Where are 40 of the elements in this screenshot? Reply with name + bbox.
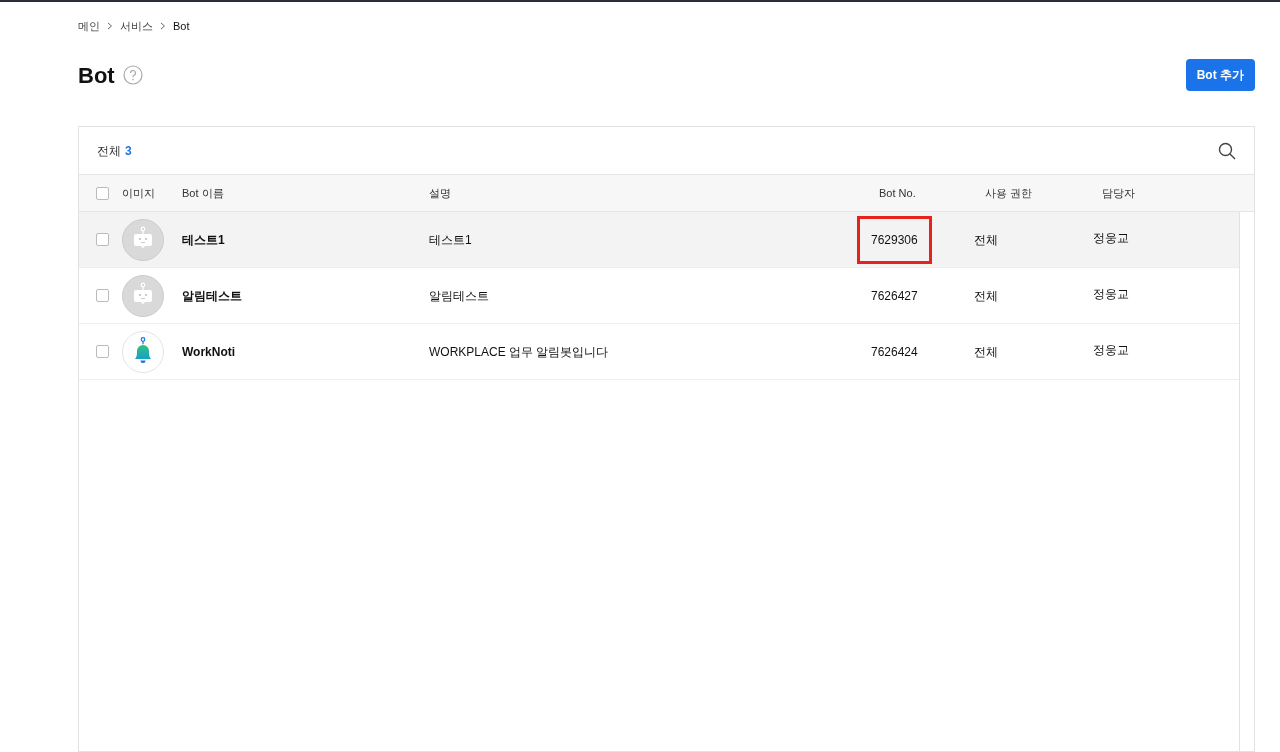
table-cell-text: 7626427 xyxy=(870,287,919,305)
table-row[interactable]: 테스트1 테스트1 7629306 전체 정웅교 xyxy=(79,212,1239,268)
breadcrumb-item: Bot xyxy=(173,18,190,34)
table-cell: 정웅교 xyxy=(1093,287,1129,301)
column-header[interactable]: 사용 권한 xyxy=(985,186,1033,199)
checkbox[interactable] xyxy=(96,186,109,200)
robot-avatar-icon xyxy=(122,218,164,261)
column-header[interactable]: 담당자 xyxy=(1102,186,1135,199)
checkbox[interactable] xyxy=(96,289,109,302)
breadcrumb-item[interactable]: 메인 xyxy=(78,17,100,35)
checkbox[interactable] xyxy=(96,345,109,358)
column-header[interactable]: 설명 xyxy=(429,186,451,199)
table-cell: 전체 xyxy=(974,232,998,247)
bell-avatar-icon xyxy=(122,330,164,373)
table-cell: 정웅교 xyxy=(1093,343,1129,357)
table-cell: 7629306 xyxy=(857,215,932,264)
checkbox[interactable] xyxy=(96,233,109,246)
total-label: 전체 xyxy=(97,142,121,160)
table-cell-text: 7626424 xyxy=(870,343,919,361)
help-icon[interactable] xyxy=(122,65,143,85)
table-cell: 테스트1 xyxy=(429,232,472,247)
table-cell: WorkNoti xyxy=(182,344,236,359)
breadcrumb-item[interactable]: 서비스 xyxy=(120,17,153,35)
column-header[interactable]: Bot 이름 xyxy=(182,186,224,199)
chevron-right-icon xyxy=(107,22,113,30)
column-header[interactable]: 이미지 xyxy=(122,186,155,199)
table-cell: 전체 xyxy=(974,344,998,359)
table-cell: 알림테스트 xyxy=(182,288,242,303)
total-count: 3 xyxy=(125,142,132,160)
table-cell: 정웅교 xyxy=(1093,231,1129,245)
robot-avatar-icon xyxy=(122,274,164,317)
table-cell: 알림테스트 xyxy=(429,288,489,303)
page-title: Bot xyxy=(78,61,115,90)
table-cell: 전체 xyxy=(974,288,998,303)
table-cell: WORKPLACE 업무 알림봇입니다 xyxy=(429,344,609,359)
column-header[interactable]: Bot No. xyxy=(879,186,916,199)
chevron-right-icon xyxy=(160,22,166,30)
search-icon[interactable] xyxy=(1218,141,1236,160)
table-cell: 테스트1 xyxy=(182,232,225,247)
add-bot-button[interactable]: Bot 추가 xyxy=(1185,59,1255,91)
